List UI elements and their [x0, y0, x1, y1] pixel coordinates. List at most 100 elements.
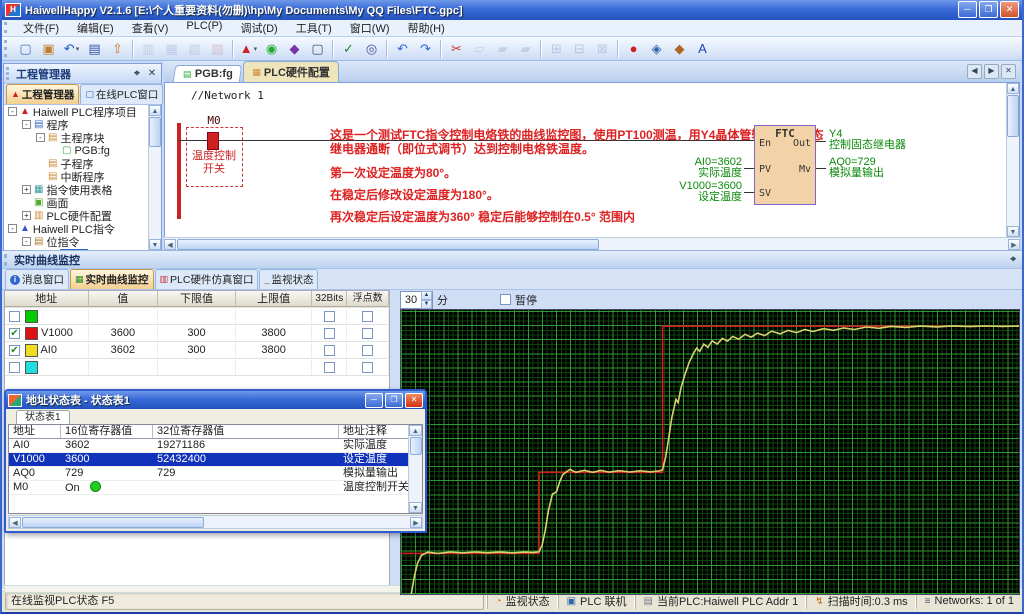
scroll-left-icon[interactable]: ◀	[9, 517, 21, 528]
monitor-tab-2[interactable]: ▥PLC硬件仿真窗口	[155, 269, 259, 289]
scroll-thumb[interactable]	[410, 437, 422, 455]
scroll-up-icon[interactable]: ▲	[149, 105, 161, 116]
high-limit-cell[interactable]	[236, 360, 313, 375]
lock-button[interactable]: ◆	[668, 38, 691, 60]
status-window-titlebar[interactable]: 地址状态表 - 状态表1 ─ ❐ ✕	[6, 391, 425, 409]
find-binoculars-button[interactable]: ◎	[360, 38, 383, 60]
toolbar-grip[interactable]	[4, 22, 10, 33]
menu-item-1[interactable]: 编辑(E)	[68, 19, 123, 37]
tree-item-haiwell-project[interactable]: -▲Haiwell PLC程序项目	[4, 105, 149, 118]
table-row[interactable]: ✔ V100036003003800	[5, 325, 389, 342]
collapse-toggle-icon[interactable]: -	[22, 237, 31, 246]
project-tab-0[interactable]: ▲工程管理器	[6, 84, 79, 104]
address-status-window[interactable]: 地址状态表 - 状态表1 ─ ❐ ✕ 状态表1 地址16位寄存器值32位寄存器值…	[4, 389, 427, 533]
status-row-AQ0[interactable]: AQ0729729模拟量输出	[9, 467, 409, 481]
float-checkbox[interactable]	[362, 345, 373, 356]
expand-toggle-icon[interactable]: +	[22, 185, 31, 194]
editor-horizontal-scrollbar[interactable]: ◀ ▶	[164, 237, 1020, 250]
compile-check-button[interactable]: ✓	[337, 38, 360, 60]
table-row[interactable]: ✔ AI036023003800	[5, 342, 389, 359]
save-button[interactable]: ▤	[83, 38, 106, 60]
float-checkbox[interactable]	[362, 362, 373, 373]
row-checkbox[interactable]: ✔	[9, 345, 20, 356]
spin-down-icon[interactable]: ▼	[421, 300, 432, 309]
low-limit-cell[interactable]: 300	[158, 326, 236, 341]
menu-item-6[interactable]: 窗口(W)	[341, 19, 399, 37]
row-checkbox[interactable]: ✔	[9, 328, 20, 339]
monitor-tab-0[interactable]: i消息窗口	[5, 269, 69, 289]
value-cell[interactable]: 3602	[89, 343, 159, 358]
toolbar-grip[interactable]	[4, 40, 10, 57]
close-button[interactable]: ✕	[1000, 1, 1019, 18]
restore-button[interactable]: ❐	[979, 1, 998, 18]
monitor-screen-button[interactable]: ▢	[306, 38, 329, 60]
table-row[interactable]	[5, 308, 389, 325]
redo-button[interactable]: ↷	[414, 38, 437, 60]
status-row-M0[interactable]: M0On温度控制开关	[9, 481, 409, 495]
haiwell-logo-button[interactable]: ▲▾	[237, 38, 260, 60]
row-checkbox[interactable]	[9, 362, 20, 373]
editor-tab-0[interactable]: ▤PGB:fg	[173, 65, 243, 82]
scroll-down-icon[interactable]: ▼	[409, 502, 422, 513]
scroll-right-icon[interactable]: ▶	[1008, 239, 1020, 250]
status-row-V1000[interactable]: V1000360052432400设定温度	[9, 453, 409, 467]
undo-button[interactable]: ↶	[391, 38, 414, 60]
scroll-left-icon[interactable]: ◀	[164, 239, 176, 250]
minimize-button[interactable]: ─	[365, 393, 383, 408]
monitor-tab-1[interactable]: ▦实时曲线监控	[70, 269, 154, 289]
tree-scrollbar[interactable]: ▲ ▼	[148, 105, 161, 250]
expand-toggle-icon[interactable]: +	[22, 211, 31, 220]
menu-item-0[interactable]: 文件(F)	[14, 19, 68, 37]
cut-button[interactable]: ✂	[445, 38, 468, 60]
low-limit-cell[interactable]: 300	[158, 343, 236, 358]
collapse-toggle-icon[interactable]: -	[8, 107, 17, 116]
status-row-AI0[interactable]: AI0360219271186实际温度	[9, 439, 409, 453]
download-to-plc-button[interactable]: ⇧	[106, 38, 129, 60]
value-cell[interactable]	[89, 360, 159, 375]
status-horizontal-scrollbar[interactable]: ◀ ▶	[8, 515, 423, 529]
ftc-function-block[interactable]: FTC En Out PV Mv SV	[754, 125, 816, 205]
scroll-thumb[interactable]	[177, 239, 599, 250]
close-button[interactable]: ✕	[405, 393, 423, 408]
collapse-toggle-icon[interactable]: -	[22, 120, 31, 129]
open-import-button[interactable]: ▣	[37, 38, 60, 60]
stop-monitor-button[interactable]: ●	[622, 38, 645, 60]
scroll-right-icon[interactable]: ▶	[410, 517, 422, 528]
font-button[interactable]: A	[691, 38, 714, 60]
tree-item-main-program-block[interactable]: -▤主程序块	[4, 131, 149, 144]
float-checkbox[interactable]	[362, 311, 373, 322]
bits32-checkbox[interactable]	[324, 345, 335, 356]
collapse-toggle-icon[interactable]: -	[36, 133, 45, 142]
scroll-up-icon[interactable]: ▲	[409, 425, 422, 436]
panel-grip[interactable]	[6, 67, 12, 80]
editor-vertical-scrollbar[interactable]: ▲ ▼	[1006, 83, 1019, 237]
status-table-tab[interactable]: 状态表1	[16, 410, 70, 424]
low-limit-cell[interactable]	[158, 360, 236, 375]
row-checkbox[interactable]	[9, 311, 20, 322]
value-cell[interactable]	[89, 309, 159, 324]
panel-grip[interactable]	[4, 254, 10, 266]
close-panel-icon[interactable]: ✕	[146, 68, 158, 79]
menu-item-5[interactable]: 工具(T)	[287, 19, 341, 37]
maximize-button[interactable]: ❐	[385, 393, 403, 408]
ladder-editor-canvas[interactable]: //Network 1 M0 温度控制 开关 这是一个测试FTC指令控制电烙铁的…	[165, 83, 1007, 237]
tab-close-icon[interactable]: ✕	[1001, 64, 1016, 79]
tab-scroll-left-icon[interactable]: ◀	[967, 64, 982, 79]
pin-icon[interactable]: ⌖	[131, 68, 143, 79]
menu-item-3[interactable]: PLC(P)	[177, 19, 231, 37]
status-vertical-scrollbar[interactable]: ▲ ▼	[408, 425, 422, 513]
editor-tab-1[interactable]: ▦PLC硬件配置	[243, 61, 339, 82]
bits32-checkbox[interactable]	[324, 311, 335, 322]
scroll-thumb[interactable]	[1007, 95, 1019, 137]
spin-up-icon[interactable]: ▲	[421, 291, 432, 300]
float-checkbox[interactable]	[362, 328, 373, 339]
table-row[interactable]	[5, 359, 389, 376]
tree-item-bit-instructions[interactable]: -▤位指令	[4, 235, 149, 248]
collapse-toggle-icon[interactable]: -	[8, 224, 17, 233]
tab-scroll-right-icon[interactable]: ▶	[984, 64, 999, 79]
menu-item-7[interactable]: 帮助(H)	[399, 19, 454, 37]
high-limit-cell[interactable]: 3800	[236, 343, 313, 358]
scroll-down-icon[interactable]: ▼	[149, 239, 161, 250]
time-window-spinner[interactable]: 30 ▲ ▼	[400, 291, 433, 309]
scroll-thumb[interactable]	[22, 517, 204, 528]
